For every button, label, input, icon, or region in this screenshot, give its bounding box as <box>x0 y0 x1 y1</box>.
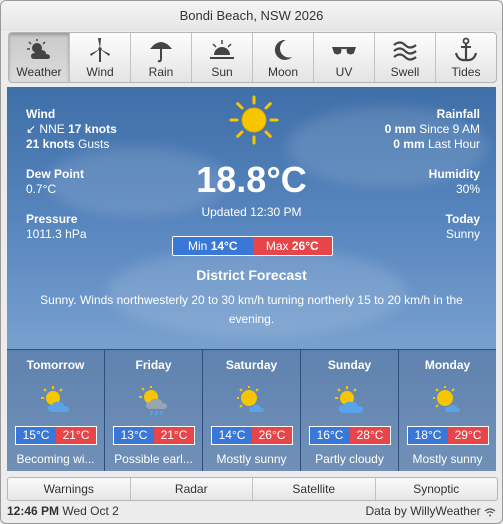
forecast-summary: Mostly sunny <box>216 452 287 466</box>
wifi-icon <box>484 508 496 517</box>
forecast-summary: Partly cloudy <box>315 452 384 466</box>
forecast-summary: Mostly sunny <box>412 452 483 466</box>
forecast-day-name: Monday <box>424 358 471 372</box>
tab-weather-label: Weather <box>16 65 62 79</box>
mostly-sunny-icon <box>237 386 264 412</box>
forecast-min: 14°C <box>212 427 252 444</box>
rain-since-text: Since 9 AM <box>419 122 480 136</box>
tab-swell[interactable]: Swell <box>375 33 436 82</box>
updated-time: Updated 12:30 PM <box>201 205 302 219</box>
forecast-range: 18°C 29°C <box>407 426 489 445</box>
tab-satellite[interactable]: Satellite <box>253 478 376 500</box>
forecast-min: 13°C <box>114 427 154 444</box>
pressure-value: 1011.3 hPa <box>26 227 87 241</box>
rain-since-value: 0 mm <box>384 122 416 136</box>
status-time: 12:46 PM <box>7 504 60 518</box>
umbrella-icon <box>150 42 172 63</box>
min-temperature: Min 14°C <box>173 237 253 255</box>
forecast-max: 26°C <box>252 427 292 444</box>
forecast-range: 13°C 21°C <box>113 426 195 445</box>
partly-cloudy-icon <box>335 386 363 413</box>
forecast-max: 28°C <box>350 427 390 444</box>
wind-direction-icon: ↙ <box>26 122 37 136</box>
data-credit[interactable]: Data by WillyWeather <box>366 504 497 518</box>
tab-tides[interactable]: Tides <box>436 33 496 82</box>
district-forecast-title: District Forecast <box>196 267 307 283</box>
main-tab-bar: Weather Wind Rain Sun Moon UV Swell Tide… <box>8 32 497 83</box>
forecast-day[interactable]: Friday 13°C 21°C Possible earl... <box>105 350 203 471</box>
status-bar: 12:46 PM Wed Oct 2 Data by WillyWeather <box>7 504 496 520</box>
forecast-min: 15°C <box>16 427 56 444</box>
weather-panel: Wind ↙ NNE 17 knots 21 knots Gusts Dew P… <box>7 87 496 471</box>
daily-forecast: Tomorrow 15°C 21°C Becoming wi... Friday … <box>7 349 496 471</box>
min-max-range: Min 14°C Max 26°C <box>172 236 333 256</box>
forecast-day[interactable]: Sunday 16°C 28°C Partly cloudy <box>301 350 399 471</box>
sun-icon <box>229 95 279 145</box>
forecast-day[interactable]: Tomorrow 15°C 21°C Becoming wi... <box>7 350 105 471</box>
forecast-max: 21°C <box>154 427 194 444</box>
forecast-max: 29°C <box>448 427 488 444</box>
wind-turbine-icon <box>90 38 110 62</box>
partly-cloudy-icon <box>41 386 69 412</box>
forecast-min: 16°C <box>310 427 350 444</box>
map-tab-bar: Warnings Radar Satellite Synoptic <box>7 477 498 501</box>
forecast-summary: Possible earl... <box>114 452 193 466</box>
forecast-range: 16°C 28°C <box>309 426 391 445</box>
wind-block: Wind ↙ NNE 17 knots 21 knots Gusts <box>26 107 117 152</box>
mostly-sunny-icon <box>433 386 460 412</box>
tab-wind-label: Wind <box>86 65 114 79</box>
forecast-day-name: Sunday <box>327 358 372 372</box>
rainfall-label: Rainfall <box>436 107 480 121</box>
status-date: Wed Oct 2 <box>62 504 119 518</box>
forecast-day-name: Friday <box>135 358 172 372</box>
forecast-day[interactable]: Saturday 14°C 26°C Mostly sunny <box>203 350 301 471</box>
app-window: Bondi Beach, NSW 2026 Weather Wind Rain … <box>0 0 503 524</box>
forecast-summary: Becoming wi... <box>16 452 95 466</box>
tab-moon[interactable]: Moon <box>253 33 314 82</box>
window-title: Bondi Beach, NSW 2026 <box>1 1 502 31</box>
current-temperature: 18.8°C <box>196 159 307 200</box>
weather-icon <box>27 39 50 59</box>
tab-sun[interactable]: Sun <box>192 33 253 82</box>
rain-last-text: Last Hour <box>427 137 480 151</box>
forecast-range: 15°C 21°C <box>15 426 97 445</box>
wind-label: Wind <box>26 107 56 121</box>
forecast-day[interactable]: Monday 18°C 29°C Mostly sunny <box>399 350 496 471</box>
tab-wind[interactable]: Wind <box>70 33 131 82</box>
wind-direction: NNE <box>39 122 65 136</box>
tab-moon-label: Moon <box>267 65 299 79</box>
tab-uv[interactable]: UV <box>314 33 375 82</box>
moon-icon <box>274 39 292 60</box>
tab-tides-label: Tides <box>451 65 481 79</box>
tab-warnings[interactable]: Warnings <box>8 478 131 500</box>
tab-uv-label: UV <box>335 65 353 79</box>
sun-icon <box>210 40 234 59</box>
waves-icon <box>393 41 417 61</box>
forecast-min: 18°C <box>408 427 448 444</box>
today-value: Sunny <box>445 227 480 241</box>
tab-weather[interactable]: Weather <box>9 33 70 82</box>
anchor-icon <box>454 37 478 62</box>
max-temperature: Max 26°C <box>252 237 332 255</box>
tab-swell-label: Swell <box>390 65 420 79</box>
forecast-day-name: Saturday <box>225 358 278 372</box>
tab-sun-label: Sun <box>211 65 233 79</box>
forecast-day-name: Tomorrow <box>26 358 85 372</box>
tab-synoptic[interactable]: Synoptic <box>376 478 498 500</box>
forecast-max: 21°C <box>56 427 96 444</box>
showers-icon <box>139 386 167 416</box>
tab-rain-label: Rain <box>148 65 174 79</box>
gusts-speed: 21 knots <box>26 137 75 151</box>
district-forecast-text: Sunny. Winds northwesterly 20 to 30 km/h… <box>40 293 463 326</box>
forecast-range: 14°C 26°C <box>211 426 293 445</box>
rainfall-block: Rainfall 0 mm Since 9 AM 0 mm Last Hour <box>385 107 480 152</box>
tab-radar[interactable]: Radar <box>131 478 253 500</box>
wind-speed: 17 knots <box>68 122 117 136</box>
tab-rain[interactable]: Rain <box>131 33 192 82</box>
gusts-label: Gusts <box>78 137 110 151</box>
rain-last-value: 0 mm <box>393 137 425 151</box>
sunglasses-icon <box>332 47 356 55</box>
